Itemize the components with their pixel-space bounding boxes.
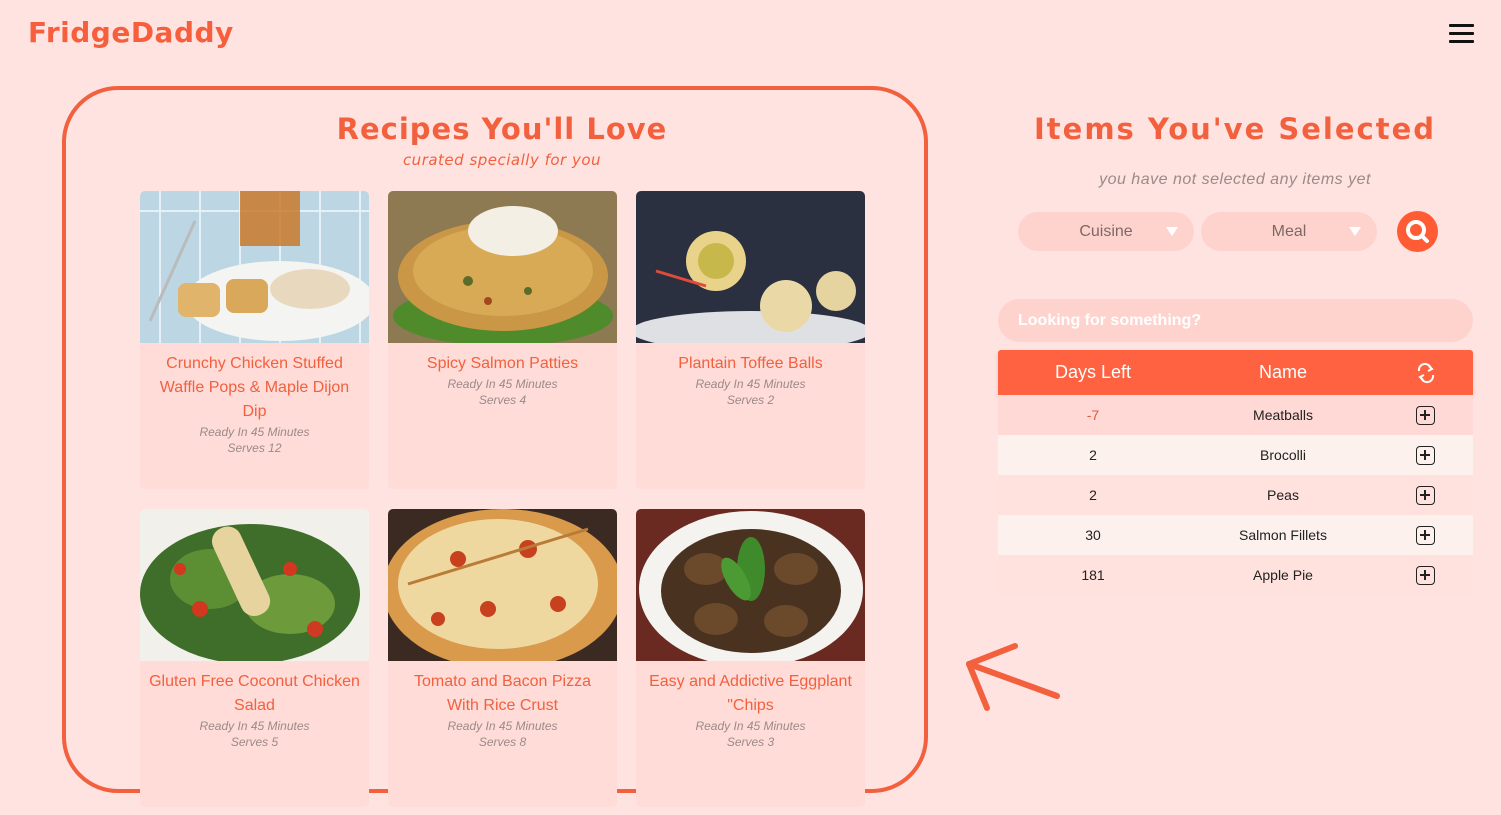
waffle-pops-photo [140,191,369,343]
recipe-ready-time: Ready In 45 Minutes [447,377,558,391]
days-left-cell: 30 [1085,527,1101,543]
recipe-card[interactable]: Plantain Toffee Balls Ready In 45 Minute… [636,191,865,489]
swap-icon [1417,362,1434,384]
recipes-title: Recipes You'll Love [336,112,668,146]
recipe-ready-time: Ready In 45 Minutes [199,425,310,439]
recipe-ready-time: Ready In 45 Minutes [695,719,806,733]
search-recipes-button[interactable] [1397,211,1438,252]
app-logo[interactable]: FridgeDaddy [28,16,234,49]
recipe-card[interactable]: Gluten Free Coconut Chicken Salad Ready … [140,509,369,807]
pizza-photo [388,509,617,661]
recipe-ready-time: Ready In 45 Minutes [199,719,310,733]
add-item-icon[interactable] [1416,406,1435,425]
recipe-card[interactable]: Spicy Salmon Patties Ready In 45 Minutes… [388,191,617,489]
meal-dropdown-label: Meal [1271,223,1307,240]
recipe-title: Plantain Toffee Balls [678,355,823,372]
search-input[interactable] [998,299,1473,342]
search-icon [1406,220,1429,243]
days-left-cell: 181 [1081,567,1105,583]
name-header[interactable]: Name [1188,350,1378,395]
recipe-servings: Serves 5 [230,735,279,749]
recipe-ready-time: Ready In 45 Minutes [447,719,558,733]
table-row: 181 Apple Pie [998,555,1473,595]
item-name-cell: Peas [1267,487,1299,503]
item-name-cell: Meatballs [1253,407,1313,423]
add-item-icon[interactable] [1416,486,1435,505]
recipe-servings: Serves 12 [227,441,282,455]
sort-swap-button[interactable] [1413,350,1438,401]
recipe-card[interactable]: Crunchy Chicken Stuffed Waffle Pops & Ma… [140,191,369,489]
hamburger-menu-icon[interactable] [1449,24,1474,44]
table-row: -7 Meatballs [998,395,1473,435]
days-left-cell: 2 [1089,447,1097,463]
add-item-icon[interactable] [1416,446,1435,465]
cuisine-dropdown-label: Cuisine [1079,223,1133,240]
meal-dropdown[interactable]: Meal [1201,212,1377,251]
item-name-cell: Salmon Fillets [1239,527,1327,543]
recipe-ready-time: Ready In 45 Minutes [695,377,806,391]
caret-down-icon [1349,227,1361,236]
table-row: 2 Peas [998,475,1473,515]
recipe-servings: Serves 8 [478,735,527,749]
recipe-title: Easy and Addictive Eggplant "Chips [649,673,852,714]
empty-selection-message: you have not selected any items yet [1099,171,1371,188]
recipe-servings: Serves 3 [726,735,775,749]
recipe-servings: Serves 4 [478,393,527,407]
recipe-title: Gluten Free Coconut Chicken Salad [149,673,360,714]
caret-down-icon [1166,227,1178,236]
chicken-salad-photo [140,509,369,661]
add-item-icon[interactable] [1416,566,1435,585]
selected-items-title: Items You've Selected [1034,112,1436,146]
days-left-cell: -7 [1086,407,1100,423]
eggplant-chips-photo [636,509,865,661]
annotation-arrow-icon [966,643,1060,711]
recipe-title: Crunchy Chicken Stuffed Waffle Pops & Ma… [159,355,350,420]
toffee-balls-photo [636,191,865,343]
table-row: 30 Salmon Fillets [998,515,1473,555]
recipe-servings: Serves 2 [726,393,775,407]
recipe-title: Spicy Salmon Patties [426,355,579,372]
table-row: 2 Brocolli [998,435,1473,475]
add-item-icon[interactable] [1416,526,1435,545]
salmon-patty-photo [388,191,617,343]
cuisine-dropdown[interactable]: Cuisine [1018,212,1194,251]
table-header: Days Left Name [998,350,1473,395]
item-name-cell: Brocolli [1260,447,1306,463]
days-left-header[interactable]: Days Left [998,350,1188,395]
item-name-cell: Apple Pie [1253,567,1313,583]
recipe-title: Tomato and Bacon Pizza With Rice Crust [414,673,591,714]
recipe-card[interactable]: Easy and Addictive Eggplant "Chips Ready… [636,509,865,807]
recipe-card[interactable]: Tomato and Bacon Pizza With Rice Crust R… [388,509,617,807]
recipes-subtitle: curated specially for you [402,151,602,169]
days-left-cell: 2 [1089,487,1097,503]
